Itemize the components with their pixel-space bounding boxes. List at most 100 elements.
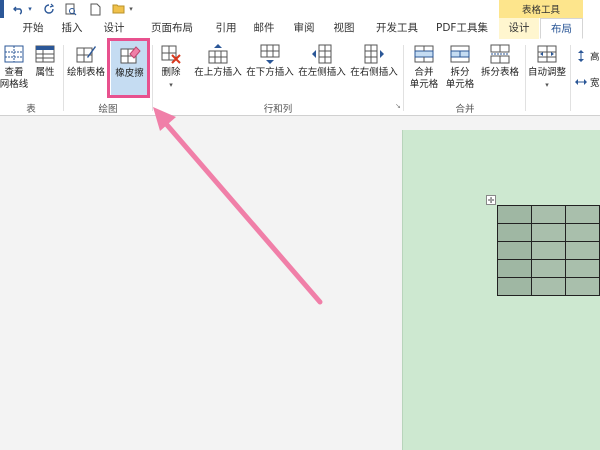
height-label: 高 (590, 52, 600, 63)
table-cell[interactable] (531, 223, 566, 242)
insert-left-label: 在左侧插入 (298, 67, 346, 78)
eraser-highlight-box (107, 38, 150, 98)
table-tools-context-header: 表格工具 (499, 0, 583, 18)
insert-left-button[interactable]: 在左侧插入 (296, 39, 348, 79)
merge-cells-icon (414, 45, 434, 63)
table-cell[interactable] (497, 205, 532, 224)
table-cell[interactable] (531, 259, 566, 278)
insert-above-button[interactable]: 在上方插入 (192, 39, 244, 79)
table-cell[interactable] (531, 277, 566, 296)
group-separator (403, 45, 404, 111)
tab-page-layout[interactable]: 页面布局 (140, 18, 204, 39)
draw-table-label: 绘制表格 (66, 67, 105, 78)
group-separator (63, 45, 64, 111)
insert-below-button[interactable]: 在下方插入 (244, 39, 296, 79)
gridlines-icon (4, 45, 24, 63)
table-cell[interactable] (497, 223, 532, 242)
table-cell[interactable] (497, 277, 532, 296)
insert-below-label: 在下方插入 (246, 67, 294, 78)
view-gridlines-label-2: 网格线 (0, 79, 29, 90)
open-folder-icon[interactable] (112, 2, 126, 16)
tab-insert[interactable]: 插入 (54, 18, 90, 39)
ribbon-panel: 查看 网格线 属性 表 绘制表格 橡皮擦 绘图 删除 ▾ 在上方插入 在下方插入… (0, 39, 600, 116)
view-gridlines-button[interactable]: 查看 网格线 (0, 39, 28, 91)
new-document-icon[interactable] (88, 2, 102, 16)
table-row (497, 241, 600, 260)
delete-dropdown-icon[interactable]: ▾ (169, 81, 173, 89)
split-cells-icon (450, 45, 470, 63)
delete-button[interactable]: 删除 ▾ (154, 39, 188, 91)
table-cell[interactable] (531, 205, 566, 224)
table-properties-icon (35, 45, 55, 63)
autofit-label: 自动调整 (527, 67, 566, 78)
tab-references[interactable]: 引用 (208, 18, 244, 39)
table-row (497, 223, 600, 242)
group-label-merge: 合并 (455, 104, 475, 115)
autofit-dropdown-icon[interactable]: ▾ (545, 81, 549, 89)
ribbon-tabs: 开始 插入 设计 页面布局 引用 邮件 审阅 视图 开发工具 PDF工具集 设计… (0, 18, 600, 40)
tab-table-layout[interactable]: 布局 (540, 18, 583, 39)
insert-left-icon (312, 44, 332, 64)
table-cell[interactable] (565, 259, 600, 278)
tab-mailings[interactable]: 邮件 (246, 18, 282, 39)
width-icon (575, 79, 587, 85)
group-label-rows-cols: 行和列 (263, 104, 293, 115)
insert-above-label: 在上方插入 (194, 67, 242, 78)
table-cell[interactable] (497, 241, 532, 260)
app-color-strip (0, 0, 4, 18)
table-row (497, 259, 600, 278)
split-table-label: 拆分表格 (480, 67, 519, 78)
properties-label: 属性 (35, 67, 55, 78)
insert-right-label: 在右侧插入 (350, 67, 398, 78)
properties-button[interactable]: 属性 (30, 39, 60, 79)
merge-cells-button[interactable]: 合并 单元格 (406, 39, 442, 91)
table-cell[interactable] (565, 241, 600, 260)
split-cells-label-2: 单元格 (445, 79, 475, 90)
delete-table-icon (161, 45, 181, 64)
tab-table-design[interactable]: 设计 (499, 18, 539, 39)
insert-below-icon (260, 44, 280, 64)
draw-table-button[interactable]: 绘制表格 (66, 39, 106, 79)
undo-icon[interactable] (12, 2, 26, 16)
column-width-control[interactable]: 宽 (575, 75, 600, 89)
view-gridlines-label-1: 查看 (4, 67, 24, 78)
table-cell[interactable] (531, 241, 566, 260)
merge-cells-label-2: 单元格 (409, 79, 439, 90)
tab-home[interactable]: 开始 (14, 18, 52, 39)
tab-view[interactable]: 视图 (326, 18, 362, 39)
split-cells-label-1: 拆分 (450, 67, 470, 78)
tab-pdf-tools[interactable]: PDF工具集 (430, 18, 494, 39)
group-separator (152, 45, 153, 111)
word-window: ▾ ▾ 表格工具 开始 插入 设计 页面布局 引用 邮件 审阅 视图 开发工具 … (0, 0, 600, 450)
table-cell[interactable] (565, 205, 600, 224)
draw-table-icon (76, 46, 96, 63)
insert-right-button[interactable]: 在右侧插入 (348, 39, 400, 79)
width-label: 宽 (590, 78, 600, 89)
autofit-button[interactable]: 自动调整 ▾ (526, 39, 568, 91)
split-table-button[interactable]: 拆分表格 (476, 39, 524, 79)
table-cell[interactable] (565, 223, 600, 242)
group-label-draw: 绘图 (98, 104, 118, 115)
height-icon (578, 50, 584, 62)
table-cell[interactable] (565, 277, 600, 296)
dialog-launcher-icon[interactable]: ↘ (395, 102, 401, 110)
redo-icon[interactable] (42, 2, 56, 16)
tab-design[interactable]: 设计 (96, 18, 132, 39)
split-cells-button[interactable]: 拆分 单元格 (442, 39, 478, 91)
delete-label: 删除 (161, 67, 181, 78)
insert-above-icon (208, 44, 228, 64)
group-label-table: 表 (26, 104, 36, 115)
insert-right-icon (364, 44, 384, 64)
tab-review[interactable]: 审阅 (286, 18, 322, 39)
document-table[interactable] (497, 205, 600, 296)
autofit-icon (537, 45, 557, 63)
table-cell[interactable] (497, 259, 532, 278)
customize-toolbar-icon[interactable]: ▾ (127, 2, 135, 16)
print-preview-icon[interactable] (64, 2, 78, 16)
table-row (497, 277, 600, 296)
merge-cells-label-1: 合并 (414, 67, 434, 78)
table-move-handle-icon[interactable]: ✛ (486, 195, 496, 205)
tab-developer[interactable]: 开发工具 (368, 18, 426, 39)
undo-dropdown-icon[interactable]: ▾ (26, 2, 34, 16)
row-height-control[interactable]: 高 (575, 49, 600, 63)
